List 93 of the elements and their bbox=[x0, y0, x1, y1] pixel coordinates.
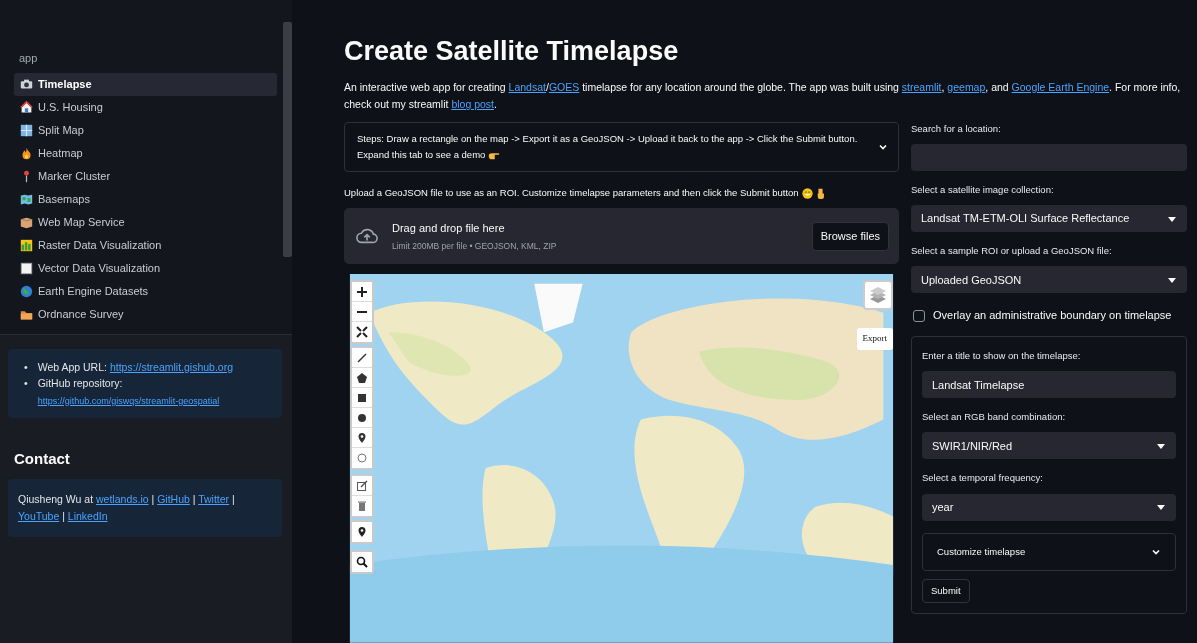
square-icon bbox=[356, 391, 368, 404]
contact-link[interactable]: YouTube bbox=[18, 509, 60, 522]
title-field[interactable]: Landsat Timelapse bbox=[922, 371, 1176, 399]
contact-text: Qiusheng Wu at wetlands.io | GitHub | Twitter | YouTube | LinkedIn bbox=[8, 478, 282, 537]
select-field[interactable]: Landsat TM-ETM-OLI Surface Reflectance bbox=[911, 205, 1187, 233]
checkbox-label: Overlay an administrative boundary on timelapse bbox=[933, 308, 1172, 324]
ring-icon bbox=[356, 452, 368, 465]
steps-expander[interactable]: Steps: Draw a rectangle on the map -> Export it as a GeoJSON -> Upload it back to the app -> Click the Submit button. Expand this tab to see a demo bbox=[344, 121, 899, 172]
checkbox[interactable] bbox=[913, 309, 925, 322]
search-icon bbox=[356, 556, 368, 569]
field-label: Search for a location: bbox=[911, 121, 1002, 136]
select-value: SWIR1/NIR/Red bbox=[932, 438, 1013, 454]
house-icon bbox=[20, 100, 33, 114]
box-icon bbox=[20, 215, 33, 229]
marker-icon bbox=[356, 431, 368, 444]
sidebar-item[interactable]: Web Map Service bbox=[14, 210, 277, 234]
globe-icon bbox=[20, 284, 33, 298]
smiley-icon bbox=[801, 187, 813, 199]
sidebar-item[interactable]: Heatmap bbox=[14, 141, 277, 165]
page-title: Create Satellite Timelapse bbox=[344, 36, 680, 68]
search-field[interactable] bbox=[911, 143, 1187, 171]
zoom-in-button[interactable] bbox=[352, 282, 372, 303]
sidebar-item[interactable]: Ordnance Survey bbox=[14, 302, 277, 326]
sidebar-item[interactable]: Vector Data Visualization bbox=[14, 256, 277, 280]
caret-icon bbox=[1167, 214, 1177, 223]
line-icon bbox=[356, 351, 368, 364]
contact-heading: Contact bbox=[14, 449, 71, 470]
field-label: Select a temporal frequency: bbox=[922, 471, 1044, 486]
upload-caption: Upload a GeoJSON file to use as an ROI. Customize timelapse parameters and then click the Submit button bbox=[344, 185, 799, 200]
upload-dropzone[interactable]: Drag and drop file here Limit 200MB per file • GEOJSON, KML, ZIP Browse files bbox=[344, 208, 899, 265]
edit-button[interactable] bbox=[352, 476, 372, 497]
bullet: • bbox=[24, 360, 28, 375]
field-label: Select a satellite image collection: bbox=[911, 182, 1055, 197]
submit-button[interactable]: Submit bbox=[922, 578, 970, 604]
info-label: Web App URL: bbox=[37, 361, 107, 373]
description-link[interactable]: GOES bbox=[548, 81, 580, 94]
sidebar-item[interactable]: Basemaps bbox=[14, 187, 277, 211]
circle-icon bbox=[356, 411, 368, 424]
info-label: GitHub repository: bbox=[37, 377, 123, 390]
scrollbar[interactable] bbox=[283, 22, 292, 257]
select-value: Uploaded GeoJSON bbox=[921, 272, 1022, 288]
layers-icon bbox=[869, 287, 887, 304]
sidebar-item[interactable]: Marker Cluster bbox=[14, 164, 277, 188]
flame-icon bbox=[20, 146, 33, 160]
description-link[interactable]: blog post bbox=[451, 98, 494, 111]
select-value: Landsat TM-ETM-OLI Surface Reflectance bbox=[921, 211, 1130, 227]
select-field[interactable]: Uploaded GeoJSON bbox=[911, 266, 1187, 294]
plus-icon bbox=[356, 285, 368, 298]
map-icon bbox=[20, 192, 33, 206]
sidebar-item[interactable]: Timelapse bbox=[14, 72, 277, 96]
description: An interactive web app for creating Landsat/GOES timelapse for any location around the globe. The app was built using streamlit, geemap, and Google Earth Engine. For more info, check out my streamlit blog post. bbox=[344, 80, 1182, 113]
dropzone-title: Drag and drop file here bbox=[392, 221, 506, 237]
caret-icon bbox=[1167, 275, 1177, 284]
contact-link[interactable]: GitHub bbox=[157, 492, 190, 505]
marker-icon bbox=[356, 526, 368, 539]
camera-icon bbox=[20, 77, 33, 91]
layers-button[interactable] bbox=[863, 280, 893, 311]
caret-icon bbox=[1156, 441, 1166, 450]
fullscreen-icon bbox=[356, 326, 368, 339]
field-label: Select an RGB band combination: bbox=[922, 410, 1067, 425]
upload-cloud-icon bbox=[356, 228, 378, 245]
field-label: Enter a title to show on the timelapse: bbox=[922, 348, 1082, 363]
select-field[interactable]: SWIR1/NIR/Red bbox=[922, 432, 1176, 460]
contact-link[interactable]: LinkedIn bbox=[67, 509, 108, 522]
pointing-hand-icon bbox=[488, 150, 500, 160]
browse-files-button[interactable]: Browse files bbox=[811, 222, 889, 251]
window-icon bbox=[20, 123, 33, 137]
caret-icon bbox=[1156, 503, 1166, 512]
contact-link[interactable]: wetlands.io bbox=[96, 492, 149, 505]
select-field[interactable]: year bbox=[922, 493, 1176, 521]
export-button[interactable]: Export bbox=[856, 328, 893, 350]
sidebar-item[interactable]: Split Map bbox=[14, 118, 277, 142]
edit-icon bbox=[356, 479, 368, 492]
customize-expander[interactable]: Customize timelapse bbox=[922, 532, 1176, 571]
field-label: Select a sample ROI or upload a GeoJSON file: bbox=[911, 244, 1113, 259]
file-limit-text: Limit 200MB per file • GEOJSON, KML, ZIP bbox=[392, 239, 557, 253]
square-icon bbox=[20, 261, 33, 275]
sidebar-item[interactable]: Raster Data Visualization bbox=[14, 233, 277, 257]
contact-link[interactable]: Twitter bbox=[198, 492, 230, 505]
url-link[interactable]: https://streamlit.gishub.org bbox=[109, 361, 233, 373]
search-button[interactable] bbox=[352, 552, 372, 573]
select-value: year bbox=[932, 499, 954, 515]
section-label: app bbox=[18, 51, 39, 66]
bullet: • bbox=[24, 376, 28, 392]
pointing-down-icon bbox=[815, 187, 825, 199]
url-link[interactable]: https://github.com/giswqs/streamlit-geospatial bbox=[37, 395, 220, 406]
sidebar-item[interactable]: Earth Engine Datasets bbox=[14, 279, 277, 303]
trash-icon bbox=[356, 500, 368, 513]
locate-button[interactable] bbox=[352, 522, 372, 543]
description-link[interactable]: Landsat bbox=[508, 81, 546, 94]
sidebar-item[interactable]: U.S. Housing bbox=[14, 95, 277, 119]
bar-chart-icon bbox=[20, 238, 33, 252]
description-link[interactable]: streamlit bbox=[901, 81, 942, 94]
